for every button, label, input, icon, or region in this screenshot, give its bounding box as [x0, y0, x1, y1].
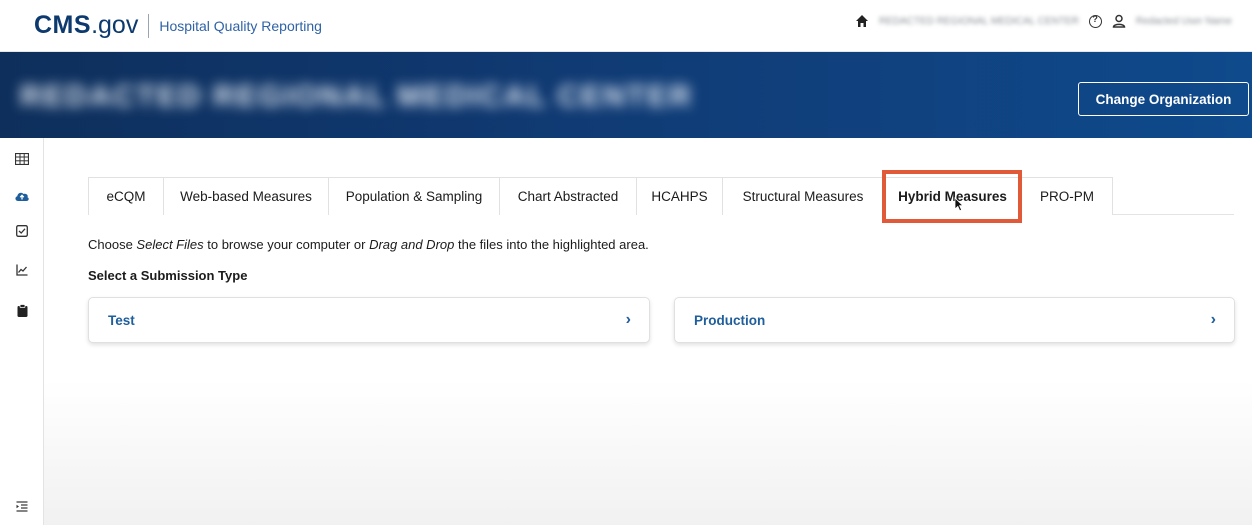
checkbox-icon[interactable] — [14, 223, 30, 239]
organization-banner: REDACTED REGIONAL MEDICAL CENTER — [0, 52, 1252, 138]
production-label: Production — [694, 312, 766, 328]
instructions-text-3: the files into the highlighted area. — [454, 237, 649, 252]
logo-divider — [148, 13, 150, 38]
instructions-text-1: Choose — [88, 237, 137, 252]
chevron-right-icon: › — [1210, 311, 1216, 328]
organization-name: REDACTED REGIONAL MEDICAL CENTER — [20, 80, 693, 113]
production-submission-card[interactable]: Production › — [674, 297, 1235, 343]
cloud-upload-icon[interactable] — [14, 188, 30, 204]
tab-population-sampling[interactable]: Population & Sampling — [328, 177, 500, 215]
home-organization-name[interactable]: REDACTED REGIONAL MEDICAL CENTER — [879, 16, 1079, 27]
chart-line-icon[interactable] — [14, 262, 30, 278]
tab-chart-abstracted[interactable]: Chart Abstracted — [499, 177, 637, 215]
test-label: Test — [108, 312, 135, 328]
tab-hybrid-measures[interactable]: Hybrid Measures — [883, 177, 1022, 215]
test-submission-card[interactable]: Test › — [88, 297, 650, 343]
tab-pro-pm[interactable]: PRO-PM — [1021, 177, 1113, 215]
top-header: CMS .gov Hospital Quality Reporting REDA… — [0, 0, 1252, 52]
submission-type-heading: Select a Submission Type — [88, 268, 248, 283]
help-icon[interactable] — [1088, 14, 1102, 28]
cms-logo[interactable]: CMS .gov Hospital Quality Reporting — [34, 11, 322, 40]
collapse-menu-icon[interactable] — [14, 498, 30, 514]
measure-tabs: eCQM Web-based Measures Population & Sam… — [88, 177, 1234, 215]
tab-web-based-measures[interactable]: Web-based Measures — [163, 177, 329, 215]
grid-icon[interactable] — [14, 151, 30, 167]
upload-instructions: Choose Select Files to browse your compu… — [88, 237, 649, 252]
left-sidebar — [0, 138, 44, 525]
instructions-drag-drop: Drag and Drop — [369, 237, 455, 252]
app-name: Hospital Quality Reporting — [159, 17, 322, 34]
content-background — [44, 380, 1252, 525]
user-name[interactable]: Redacted User Name — [1136, 16, 1232, 27]
home-icon[interactable] — [855, 14, 869, 28]
header-utilities: REDACTED REGIONAL MEDICAL CENTER Redacte… — [855, 14, 1232, 28]
tab-structural-measures[interactable]: Structural Measures — [722, 177, 884, 215]
tab-hcahps[interactable]: HCAHPS — [636, 177, 723, 215]
logo-gov-text: .gov — [91, 11, 139, 39]
change-organization-button[interactable]: Change Organization — [1078, 82, 1249, 116]
mouse-cursor-icon — [954, 197, 964, 217]
instructions-select-files: Select Files — [136, 237, 204, 252]
clipboard-icon[interactable] — [14, 302, 30, 318]
instructions-text-2: to browse your computer or — [203, 237, 370, 252]
tab-ecqm[interactable]: eCQM — [88, 177, 164, 215]
user-icon[interactable] — [1112, 14, 1126, 28]
chevron-right-icon: › — [625, 311, 631, 328]
logo-cms-text: CMS — [34, 11, 92, 39]
